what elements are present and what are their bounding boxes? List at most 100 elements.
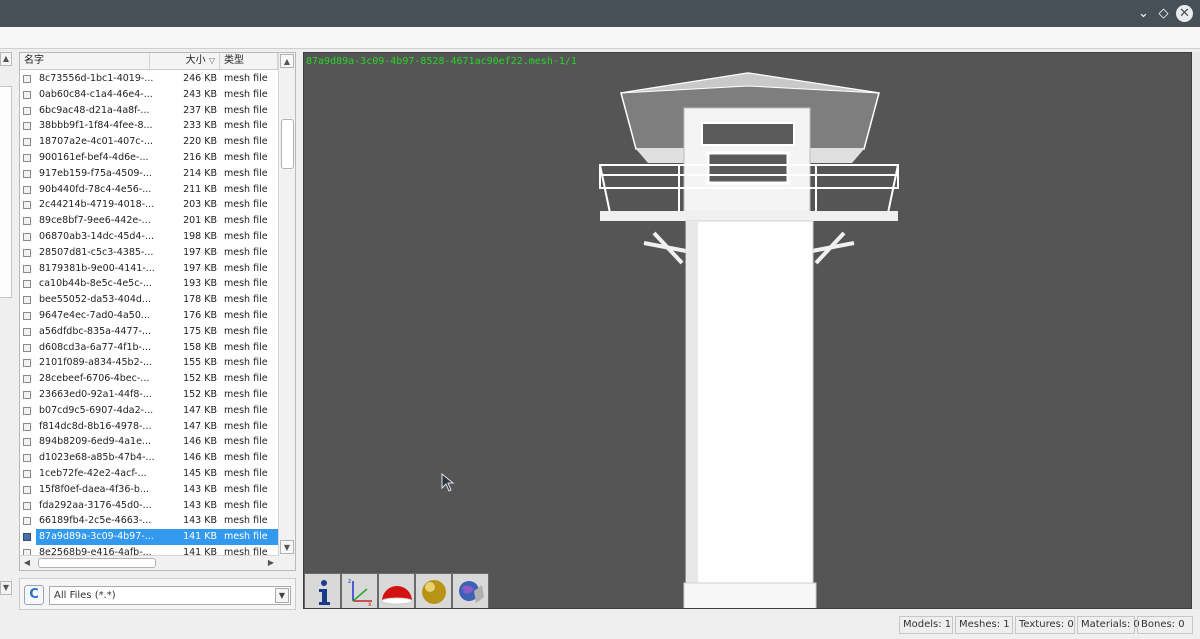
- pan-globe-button[interactable]: [452, 573, 489, 608]
- file-row[interactable]: b07cd9c5-6907-4da2-... 147 KB mesh file: [20, 403, 280, 419]
- refresh-button[interactable]: C: [24, 585, 44, 605]
- file-type: mesh file: [224, 420, 268, 432]
- column-header-size-label: 大小: [185, 55, 206, 66]
- file-row[interactable]: a56dfdbc-835a-4477-... 175 KB mesh file: [20, 324, 280, 340]
- file-row[interactable]: 89ce8bf7-9ee6-442e-... 201 KB mesh file: [20, 213, 280, 229]
- file-size: 152 KB: [183, 388, 217, 400]
- column-header-name[interactable]: 名字: [20, 53, 150, 69]
- file-size: 147 KB: [183, 404, 217, 416]
- file-type: mesh file: [224, 278, 268, 290]
- file-row[interactable]: d1023e68-a85b-47b4-... 146 KB mesh file: [20, 450, 280, 466]
- mesh-file-icon: [23, 327, 31, 336]
- file-name: 900161ef-bef4-4d6e-...: [39, 151, 149, 163]
- file-size: 155 KB: [183, 357, 217, 369]
- scroll-left-arrow[interactable]: ◀: [20, 556, 34, 570]
- file-row[interactable]: 28507d81-c5c3-4385-... 197 KB mesh file: [20, 245, 280, 261]
- file-size: 176 KB: [183, 309, 217, 321]
- file-type: mesh file: [224, 467, 268, 479]
- file-name: 18707a2e-4c01-407c-...: [39, 136, 153, 148]
- sort-descending-icon: ▽: [208, 56, 215, 65]
- file-row[interactable]: 90b440fd-78c4-4e56-... 211 KB mesh file: [20, 182, 280, 198]
- file-name: b07cd9c5-6907-4da2-...: [39, 404, 154, 416]
- file-name: 1ceb72fe-42e2-4acf-...: [39, 467, 147, 479]
- file-name: 6bc9ac48-d21a-4a8f-...: [39, 104, 150, 116]
- material-sphere-button[interactable]: [415, 573, 452, 608]
- file-row[interactable]: 6bc9ac48-d21a-4a8f-... 237 KB mesh file: [20, 103, 280, 119]
- file-name: 87a9d89a-3c09-4b97-...: [36, 529, 180, 545]
- file-type: mesh file: [224, 309, 268, 321]
- vertical-scroll-thumb[interactable]: [281, 119, 294, 169]
- mesh-file-icon: [23, 390, 31, 399]
- file-list-horizontal-scrollbar[interactable]: ◀ ▶: [20, 555, 279, 570]
- axes-button[interactable]: z x: [341, 573, 378, 608]
- axes-icon: z x: [348, 578, 372, 607]
- file-row[interactable]: 2c44214b-4719-4018-... 203 KB mesh file: [20, 197, 280, 213]
- column-header-size[interactable]: 大小 ▽: [150, 53, 220, 69]
- hemisphere-button[interactable]: [378, 573, 415, 608]
- close-button[interactable]: ✕: [1176, 5, 1193, 22]
- file-type: mesh file: [224, 325, 268, 337]
- file-row[interactable]: 9647e4ec-7ad0-4a50... 176 KB mesh file: [20, 308, 280, 324]
- file-row[interactable]: 2101f089-a834-45b2-... 155 KB mesh file: [20, 355, 280, 371]
- info-button[interactable]: [304, 573, 341, 608]
- file-row[interactable]: 66189fb4-2c5e-4663-... 143 KB mesh file: [20, 513, 280, 529]
- restore-button[interactable]: ◇: [1155, 5, 1172, 22]
- file-list[interactable]: 名字 大小 ▽ 类型 8c73556d-1bc1-4019-... 246 KB m…: [19, 52, 296, 571]
- file-name: f814dc8d-8b16-4978-...: [39, 420, 152, 432]
- file-row[interactable]: 894b8209-6ed9-4a1e... 146 KB mesh file: [20, 434, 280, 450]
- svg-text:z: z: [348, 578, 351, 585]
- mesh-file-icon: [23, 485, 31, 494]
- mesh-file-icon: [23, 169, 31, 178]
- minimize-button[interactable]: ⌄: [1135, 5, 1152, 22]
- file-row[interactable]: 23663ed0-92a1-44f8-... 152 KB mesh file: [20, 387, 280, 403]
- file-row[interactable]: 38bbb9f1-1f84-4fee-8... 233 KB mesh file: [20, 118, 280, 134]
- file-name: bee55052-da53-404d...: [39, 294, 151, 306]
- chevron-down-icon[interactable]: ▼: [275, 588, 289, 603]
- mesh-file-icon: [23, 311, 31, 320]
- left-panel-dropdown-arrow[interactable]: ▼: [0, 581, 12, 595]
- file-name: 38bbb9f1-1f84-4fee-8...: [39, 120, 153, 132]
- file-row-selected[interactable]: 87a9d89a-3c09-4b97-... 141 KB mesh file: [20, 529, 280, 545]
- file-name: a56dfdbc-835a-4477-...: [39, 325, 152, 337]
- file-type: mesh file: [224, 357, 268, 369]
- file-row[interactable]: bee55052-da53-404d... 178 KB mesh file: [20, 292, 280, 308]
- file-row[interactable]: 917eb159-f75a-4509-... 214 KB mesh file: [20, 166, 280, 182]
- 3d-viewport[interactable]: 87a9d89a-3c09-4b97-8528-4671ac90ef22.mes…: [303, 52, 1192, 609]
- horizontal-scroll-thumb[interactable]: [38, 558, 156, 568]
- left-panel-scroll-up[interactable]: ▲: [0, 52, 12, 66]
- file-name: d608cd3a-6a77-4f1b-...: [39, 341, 152, 353]
- file-row[interactable]: 18707a2e-4c01-407c-... 220 KB mesh file: [20, 134, 280, 150]
- file-type-filter-select[interactable]: All Files (*.*) ▼: [49, 586, 291, 605]
- file-row[interactable]: d608cd3a-6a77-4f1b-... 158 KB mesh file: [20, 340, 280, 356]
- scroll-right-arrow[interactable]: ▶: [264, 556, 278, 570]
- file-type: mesh file: [224, 246, 268, 258]
- file-row[interactable]: 8179381b-9e00-4141-... 197 KB mesh file: [20, 261, 280, 277]
- mesh-file-icon: [23, 248, 31, 257]
- file-type: mesh file: [224, 199, 268, 211]
- mesh-file-icon: [23, 90, 31, 99]
- file-type: mesh file: [224, 515, 268, 527]
- globe-hand-icon: [458, 580, 484, 603]
- file-row[interactable]: f814dc8d-8b16-4978-... 147 KB mesh file: [20, 419, 280, 435]
- file-row[interactable]: fda292aa-3176-45d0-... 143 KB mesh file: [20, 498, 280, 514]
- column-header-type[interactable]: 类型: [220, 53, 278, 69]
- file-type: mesh file: [224, 373, 268, 385]
- file-row[interactable]: 0ab60c84-c1a4-46e4-... 243 KB mesh file: [20, 87, 280, 103]
- scroll-down-arrow[interactable]: ▼: [280, 540, 294, 554]
- file-row[interactable]: 06870ab3-14dc-45d4-... 198 KB mesh file: [20, 229, 280, 245]
- file-row[interactable]: 8c73556d-1bc1-4019-... 246 KB mesh file: [20, 71, 280, 87]
- file-row[interactable]: 15f8f0ef-daea-4f36-b... 143 KB mesh file: [20, 482, 280, 498]
- file-row[interactable]: 900161ef-bef4-4d6e-... 216 KB mesh file: [20, 150, 280, 166]
- scroll-up-arrow[interactable]: ▲: [280, 54, 294, 68]
- file-type: mesh file: [224, 452, 268, 464]
- shaft-shadow: [686, 221, 698, 608]
- file-name: 2c44214b-4719-4018-...: [39, 199, 155, 211]
- file-row[interactable]: 1ceb72fe-42e2-4acf-... 145 KB mesh file: [20, 466, 280, 482]
- file-name: fda292aa-3176-45d0-...: [39, 499, 152, 511]
- file-row[interactable]: ca10b44b-8e5c-4e5c-... 193 KB mesh file: [20, 276, 280, 292]
- tower-shaft: [685, 220, 814, 608]
- file-row[interactable]: 28cebeef-6706-4bec-... 152 KB mesh file: [20, 371, 280, 387]
- file-list-vertical-scrollbar[interactable]: ▲ ▼: [278, 53, 295, 570]
- left-panel-tree[interactable]: [0, 86, 12, 298]
- file-type: mesh file: [224, 120, 268, 132]
